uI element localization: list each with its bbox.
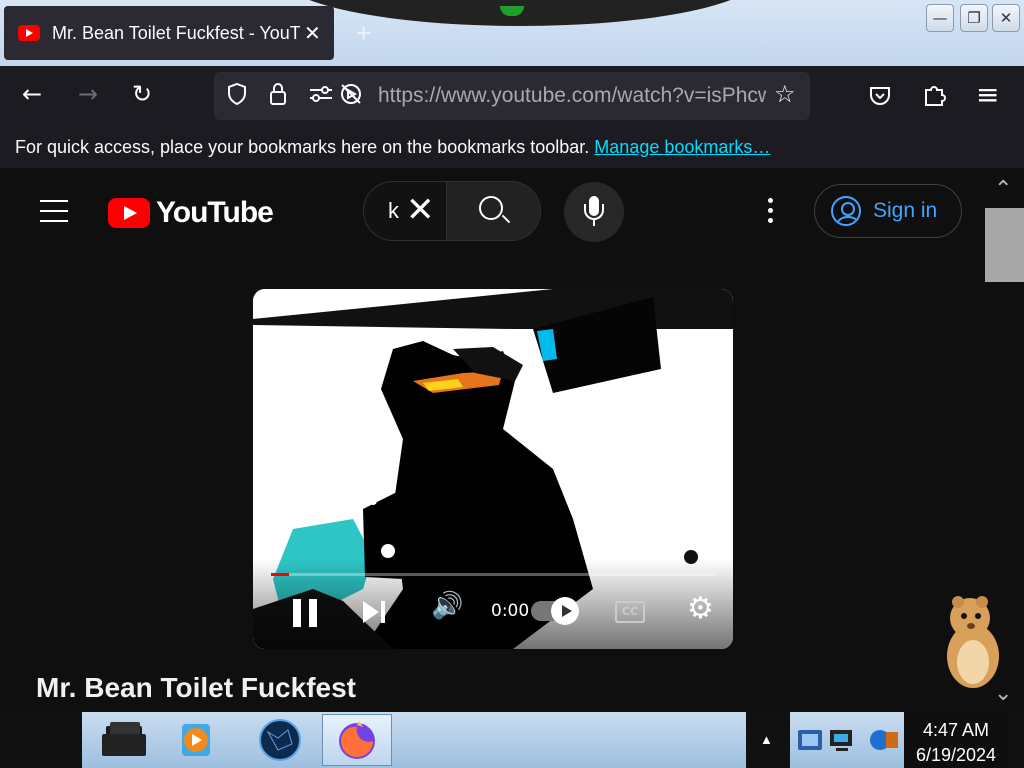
account-avatar-icon xyxy=(831,196,861,226)
address-bar[interactable]: https://www.youtube.com/watch?v=isPhcw ☆ xyxy=(214,72,810,120)
autoplay-knob-icon xyxy=(551,597,579,625)
browser-titlebar: Mr. Bean Toilet Fuckfest - YouTube ✕ + —… xyxy=(0,0,1024,66)
clock-time: 4:47 AM xyxy=(922,720,990,740)
tray-overflow-icon[interactable]: ▲ xyxy=(760,732,773,747)
autoplay-toggle[interactable] xyxy=(531,597,579,625)
tab-close-icon[interactable]: ✕ xyxy=(304,21,321,46)
youtube-wordmark: YouTube xyxy=(156,196,274,229)
tab-title: Mr. Bean Toilet Fuckfest - YouTube xyxy=(52,22,300,43)
scrollbar-thumb[interactable] xyxy=(985,208,1024,282)
search-icon xyxy=(479,196,503,220)
clock-date: 6/19/2024 xyxy=(915,745,997,765)
tracking-shield-icon[interactable] xyxy=(226,82,248,106)
progress-fill xyxy=(271,573,289,576)
next-video-icon[interactable] xyxy=(363,599,389,625)
browser-navbar: ← → ↻ https://www.youtube.com/watch?v=is… xyxy=(0,66,1024,128)
system-tray xyxy=(790,712,904,768)
autoplay-blocked-icon[interactable] xyxy=(338,82,364,106)
permissions-icon[interactable] xyxy=(308,82,334,106)
search-box[interactable]: k ✕ xyxy=(363,181,541,241)
time-display: 0:00 xyxy=(491,601,530,621)
manage-bookmarks-link[interactable]: Manage bookmarks… xyxy=(594,137,770,157)
search-input[interactable]: k xyxy=(388,198,399,224)
forward-arrow-icon[interactable]: → xyxy=(78,80,98,108)
globe-browser-icon[interactable] xyxy=(248,714,312,766)
extensions-puzzle-icon[interactable] xyxy=(922,82,948,108)
volume-icon[interactable]: 🔊 xyxy=(431,591,463,621)
start-area[interactable] xyxy=(0,712,82,768)
more-options-icon[interactable] xyxy=(768,198,776,228)
bookmark-star-icon[interactable]: ☆ xyxy=(774,80,796,108)
media-player-icon[interactable] xyxy=(164,714,228,766)
lock-icon[interactable] xyxy=(268,82,288,106)
file-explorer-icon[interactable] xyxy=(92,714,156,766)
youtube-logo[interactable]: YouTube xyxy=(108,196,274,230)
pause-icon[interactable] xyxy=(293,599,319,627)
taskbar-clock[interactable]: 4:47 AM 6/19/2024 xyxy=(904,712,1008,768)
bookmarks-hint-text: For quick access, place your bookmarks h… xyxy=(15,137,590,157)
firefox-taskbar-button[interactable] xyxy=(322,714,392,766)
tray-app-icon[interactable] xyxy=(796,726,826,754)
firefox-icon xyxy=(339,721,375,759)
guide-menu-icon[interactable] xyxy=(40,200,68,222)
progress-bar[interactable] xyxy=(271,573,715,576)
video-title: Mr. Bean Toilet Fuckfest xyxy=(36,672,356,703)
bookmarks-toolbar: For quick access, place your bookmarks h… xyxy=(0,128,1024,168)
desktop-pet-hamster[interactable] xyxy=(938,592,1008,692)
window-restore-button[interactable]: ❐ xyxy=(960,4,988,32)
settings-gear-icon[interactable]: ⚙ xyxy=(687,591,714,626)
reload-icon[interactable]: ↻ xyxy=(132,80,152,108)
url-text[interactable]: https://www.youtube.com/watch?v=isPhcw xyxy=(378,84,766,108)
sign-in-label: Sign in xyxy=(873,199,938,222)
menu-hamburger-icon[interactable]: ≡ xyxy=(976,78,999,111)
browser-tab-active[interactable]: Mr. Bean Toilet Fuckfest - YouTube ✕ xyxy=(4,6,334,60)
search-button[interactable] xyxy=(446,182,540,240)
youtube-favicon-icon xyxy=(18,25,40,41)
youtube-play-logo-icon xyxy=(108,198,150,228)
new-tab-button[interactable]: + xyxy=(356,18,371,49)
os-taskbar: ▲ 4:47 AM 6/19/2024 xyxy=(0,712,1024,768)
youtube-page: YouTube k ✕ Sign in ⌃ ⌄ 🔊 0:00 CC ⚙ Mr. … xyxy=(0,168,1024,712)
speaker-volume-icon[interactable] xyxy=(866,726,900,754)
scroll-up-chevron-icon[interactable]: ⌃ xyxy=(994,176,1012,202)
pocket-icon[interactable] xyxy=(868,84,892,108)
show-desktop-button[interactable] xyxy=(1008,712,1024,768)
video-player[interactable]: 🔊 0:00 CC ⚙ xyxy=(253,289,733,649)
clear-search-icon[interactable]: ✕ xyxy=(406,190,435,230)
network-monitor-icon[interactable] xyxy=(828,726,858,754)
captions-button[interactable]: CC xyxy=(615,601,645,623)
voice-search-button[interactable] xyxy=(564,182,624,242)
back-arrow-icon[interactable]: ← xyxy=(22,80,42,108)
sign-in-button[interactable]: Sign in xyxy=(814,184,962,238)
window-close-button[interactable]: ✕ xyxy=(992,4,1020,32)
window-minimize-button[interactable]: — xyxy=(926,4,954,32)
